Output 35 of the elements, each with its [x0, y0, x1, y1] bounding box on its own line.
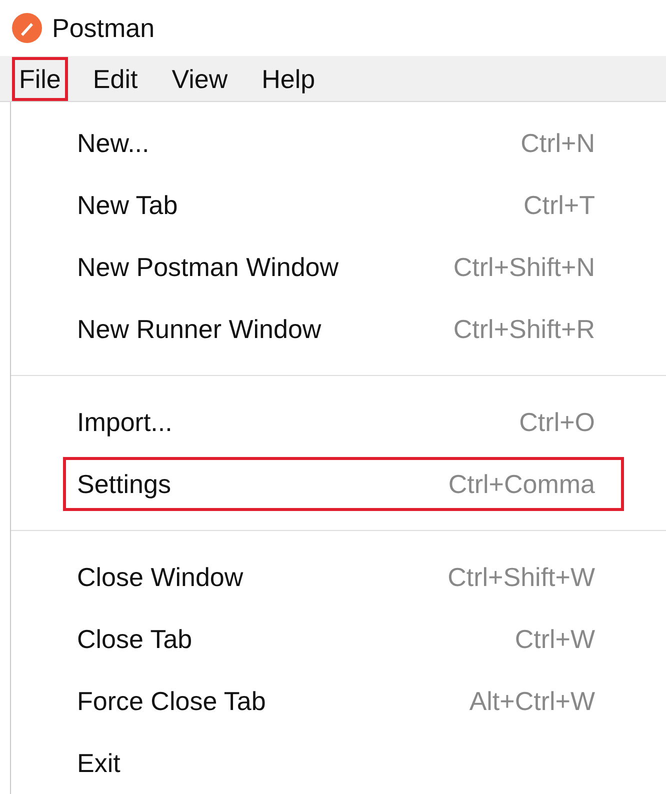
menu-item-label: New Tab	[77, 190, 178, 220]
shortcut-text: Ctrl+Shift+R	[453, 314, 595, 344]
shortcut-text: Alt+Ctrl+W	[469, 686, 595, 716]
shortcut-text: Ctrl+T	[524, 190, 595, 220]
menu-item-label: Settings	[77, 468, 171, 500]
menu-item-label: New Runner Window	[77, 314, 322, 344]
menu-item[interactable]: New... Ctrl+N	[63, 116, 624, 170]
menu-item[interactable]: Exit	[63, 736, 624, 790]
menu-bar-item[interactable]: File	[12, 56, 68, 100]
menu-item-label: Force Close Tab	[77, 686, 266, 716]
shortcut-text: Ctrl+W	[514, 624, 595, 654]
menu-item[interactable]: Force Close Tab Alt+Ctrl+W	[63, 674, 624, 728]
shortcut-text: Ctrl+Shift+N	[453, 252, 595, 282]
menu-item-label: New Postman Window	[77, 252, 339, 282]
window-title: Postman	[52, 12, 155, 44]
logo-icon	[12, 13, 42, 43]
menu-item-label: Import...	[77, 406, 172, 438]
shortcut-text: Ctrl+O	[519, 406, 595, 438]
menu-item[interactable]: Close Tab Ctrl+W	[63, 612, 624, 666]
menu-bar-item[interactable]: Edit	[76, 56, 155, 100]
shortcut-text: Ctrl+Shift+W	[448, 562, 595, 592]
shortcut-text: Ctrl+N	[520, 128, 595, 158]
menu-bar-item[interactable]: Help	[244, 56, 332, 100]
menu-item[interactable]: New Runner Window Ctrl+Shift+R	[63, 302, 624, 356]
menu-item-label: Exit	[77, 748, 120, 778]
menu-item-label: Close Window	[77, 562, 244, 592]
menu-item[interactable]: Close Window Ctrl+Shift+W	[63, 550, 624, 604]
menu-item[interactable]: New Postman Window Ctrl+Shift+N	[63, 240, 624, 294]
menu-item[interactable]: Settings Ctrl+Comma	[63, 457, 624, 511]
menu-item[interactable]: New Tab Ctrl+T	[63, 178, 624, 232]
menu-item[interactable]: Import... Ctrl+O	[63, 395, 624, 449]
menu-item-label: New...	[77, 128, 150, 158]
menu-item-label: Close Tab	[77, 624, 192, 654]
shortcut-text: Ctrl+Comma	[448, 468, 595, 500]
menu-bar-item[interactable]: View	[154, 56, 245, 100]
